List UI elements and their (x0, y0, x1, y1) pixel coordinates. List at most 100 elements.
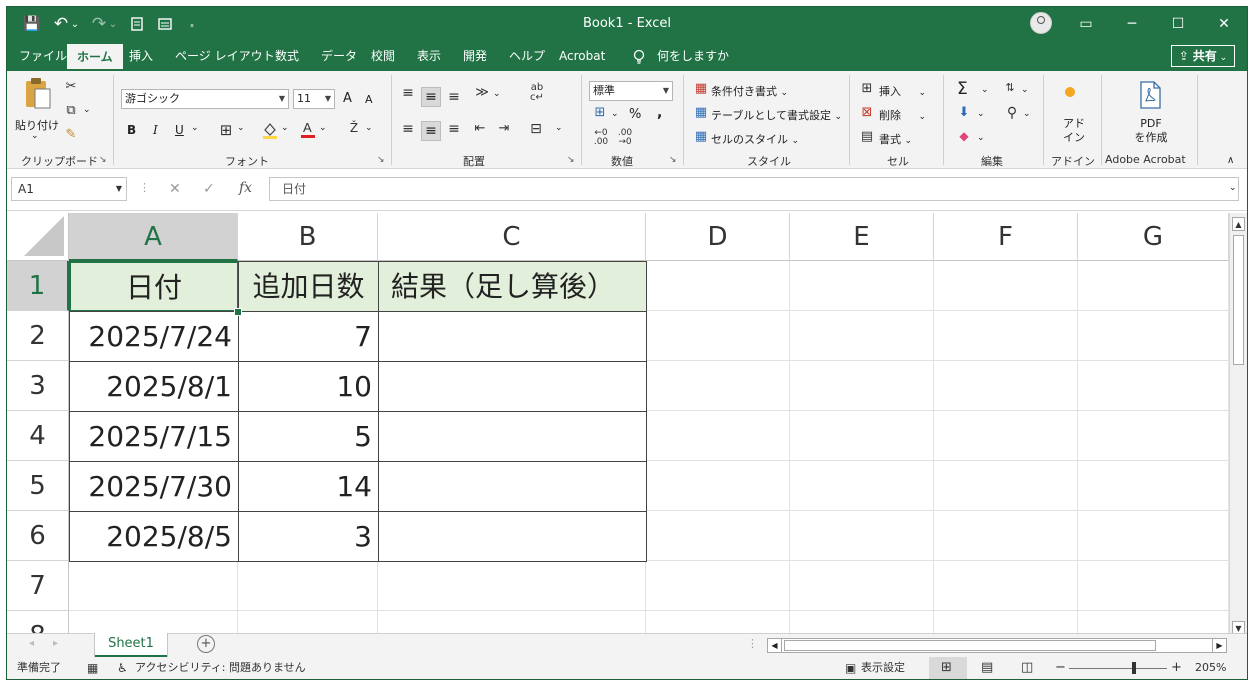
page-break-view-icon[interactable]: ◫ (1021, 657, 1033, 679)
row-header-1[interactable]: 1 (7, 261, 69, 311)
column-header-c[interactable]: C (378, 213, 646, 261)
delete-cells-icon[interactable]: ⊠ (859, 105, 875, 120)
empty-cell[interactable] (646, 261, 790, 311)
row-header-7[interactable]: 7 (7, 561, 69, 611)
zoom-level[interactable]: 205% (1195, 657, 1226, 679)
zoom-in-button[interactable]: + (1171, 657, 1182, 679)
zoom-slider-thumb[interactable] (1132, 662, 1136, 674)
cell-styles-icon[interactable]: ▦ (693, 129, 709, 144)
sort-dropdown-icon[interactable]: ⌄ (1021, 85, 1029, 95)
align-bottom-icon[interactable]: ≡ (445, 89, 463, 105)
prev-sheet-icon[interactable]: ◂ (29, 638, 34, 649)
orientation-dropdown-icon[interactable]: ⌄ (493, 89, 501, 99)
borders-icon[interactable]: ⊞ (217, 121, 235, 139)
number-launcher-icon[interactable]: ↘ (669, 155, 677, 165)
scroll-up-icon[interactable]: ▲ (1232, 217, 1245, 231)
italic-button[interactable]: I (153, 123, 158, 137)
empty-cell[interactable] (790, 461, 934, 511)
empty-cell[interactable] (934, 561, 1078, 611)
insert-cells-button[interactable]: 挿入 ⌄ (879, 83, 926, 99)
row-header-4[interactable]: 4 (7, 411, 69, 461)
display-settings-button[interactable]: 表示設定 (861, 657, 905, 679)
redo-dropdown-icon[interactable]: ⌄ (107, 7, 119, 41)
cut-icon[interactable]: ✂ (63, 79, 79, 94)
cancel-entry-icon[interactable]: ✕ (169, 181, 181, 197)
format-table-icon[interactable]: ▦ (693, 105, 709, 120)
empty-cell[interactable] (790, 311, 934, 361)
tab-developer[interactable]: 開発 (461, 41, 489, 71)
empty-cell[interactable] (646, 511, 790, 561)
scroll-left-icon[interactable]: ◀ (768, 639, 782, 652)
undo-dropdown-icon[interactable]: ⌄ (69, 7, 81, 41)
sheet-tab-sheet1[interactable]: Sheet1 (95, 633, 167, 657)
select-all-button[interactable] (7, 213, 69, 261)
column-header-g[interactable]: G (1078, 213, 1229, 261)
form-icon[interactable] (155, 7, 175, 41)
add-sheet-button[interactable]: + (197, 635, 215, 653)
column-header-d[interactable]: D (646, 213, 790, 261)
empty-cell[interactable] (1078, 511, 1229, 561)
cell-c6[interactable] (378, 511, 647, 562)
find-dropdown-icon[interactable]: ⌄ (1023, 109, 1031, 119)
decrease-decimal-icon[interactable]: .00 →0 (615, 129, 635, 147)
cell-a5[interactable]: 2025/7/30 (69, 461, 239, 512)
display-settings-icon[interactable]: ▣ (845, 657, 856, 679)
row-header-6[interactable]: 6 (7, 511, 69, 561)
cell-a3[interactable]: 2025/8/1 (69, 361, 239, 412)
cell-a2[interactable]: 2025/7/24 (69, 311, 239, 362)
row-header-5[interactable]: 5 (7, 461, 69, 511)
autosum-dropdown-icon[interactable]: ⌄ (981, 85, 989, 95)
sort-filter-icon[interactable]: ⇅ (1001, 81, 1019, 94)
underline-button[interactable]: U (175, 123, 184, 137)
cell-b2[interactable]: 7 (238, 311, 379, 362)
empty-cell[interactable] (790, 361, 934, 411)
customize-quick-access-icon[interactable]: ₓ (185, 7, 199, 41)
formula-input[interactable]: 日付 (269, 177, 1239, 201)
expand-formula-bar-icon[interactable]: ⌄ (1229, 183, 1237, 193)
cell-c1[interactable]: 結果（足し算後） (378, 261, 647, 312)
font-color-icon[interactable]: A (299, 119, 317, 143)
column-header-f[interactable]: F (934, 213, 1078, 261)
format-painter-icon[interactable]: ✎ (63, 127, 79, 142)
empty-cell[interactable] (646, 561, 790, 611)
tab-data[interactable]: データ (319, 41, 359, 71)
tab-view[interactable]: 表示 (415, 41, 443, 71)
horizontal-scroll-thumb[interactable] (784, 640, 1156, 651)
fill-dropdown-icon[interactable]: ⌄ (977, 109, 985, 119)
merge-dropdown-icon[interactable]: ⌄ (555, 123, 563, 133)
account-avatar-icon[interactable] (1030, 12, 1052, 34)
empty-cell[interactable] (1078, 561, 1229, 611)
add-ins-icon[interactable] (1063, 85, 1077, 99)
lightbulb-icon[interactable] (631, 41, 647, 71)
borders-dropdown-icon[interactable]: ⌄ (237, 123, 245, 133)
horizontal-scrollbar[interactable]: ◀ ▶ (767, 638, 1227, 653)
font-size-combo[interactable]: 11 ▼ (293, 89, 335, 109)
empty-cell[interactable] (238, 561, 378, 611)
orientation-icon[interactable]: ≫ (473, 85, 491, 100)
scroll-right-icon[interactable]: ▶ (1212, 639, 1226, 652)
align-right-icon[interactable]: ≡ (445, 121, 463, 137)
clipboard-launcher-icon[interactable]: ↘ (99, 155, 107, 165)
zoom-out-button[interactable]: − (1055, 657, 1066, 679)
underline-dropdown-icon[interactable]: ⌄ (191, 123, 199, 133)
tab-acrobat[interactable]: Acrobat (557, 41, 607, 71)
empty-cell[interactable] (934, 411, 1078, 461)
empty-cell[interactable] (69, 561, 238, 611)
phonetic-dropdown-icon[interactable]: ⌄ (365, 123, 373, 133)
empty-cell[interactable] (1078, 311, 1229, 361)
tab-help[interactable]: ヘルプ (507, 41, 547, 71)
save-icon[interactable]: 💾 (21, 7, 43, 41)
accessibility-icon[interactable]: ♿ (117, 657, 128, 679)
paste-dropdown-icon[interactable]: ⌄ (31, 131, 39, 141)
empty-cell[interactable] (934, 511, 1078, 561)
empty-cell[interactable] (790, 561, 934, 611)
cell-b5[interactable]: 14 (238, 461, 379, 512)
merge-center-icon[interactable]: ⊟ (527, 121, 545, 137)
phonetic-guide-icon[interactable]: Ž (345, 121, 363, 135)
align-left-icon[interactable]: ≡ (399, 121, 417, 137)
bold-button[interactable]: B (127, 123, 136, 137)
vertical-scroll-thumb[interactable] (1233, 235, 1244, 365)
increase-indent-icon[interactable]: ⇥ (495, 121, 513, 136)
alignment-launcher-icon[interactable]: ↘ (567, 155, 575, 165)
page-layout-view-icon[interactable]: ▤ (981, 657, 993, 679)
